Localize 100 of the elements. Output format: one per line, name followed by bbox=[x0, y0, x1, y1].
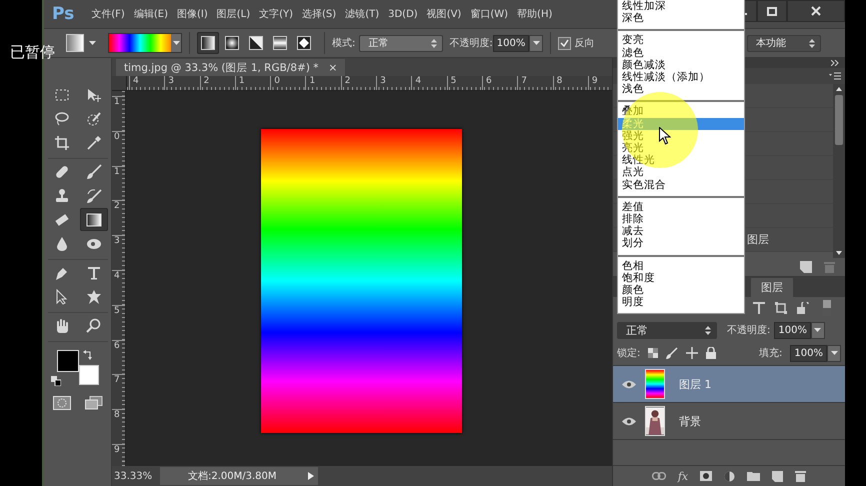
ruler-number: 4 bbox=[133, 76, 139, 86]
layer-row[interactable]: 图层 1 bbox=[613, 366, 845, 403]
menu-item[interactable]: 3D(D) bbox=[383, 8, 422, 20]
gradient-icon bbox=[86, 212, 102, 228]
menu-option[interactable]: 浅色 bbox=[618, 83, 744, 96]
reverse-checkbox[interactable] bbox=[558, 36, 572, 50]
double-chevron-icon[interactable] bbox=[831, 60, 839, 66]
menu-item[interactable]: 滤镜(T) bbox=[340, 7, 384, 21]
eye-icon[interactable] bbox=[622, 380, 636, 388]
ruler-number: 4 bbox=[114, 270, 120, 281]
gradient-type-button[interactable] bbox=[197, 32, 219, 54]
workspace-select[interactable]: 本功能 bbox=[747, 34, 821, 52]
layer-name: 背景 bbox=[679, 414, 701, 428]
ruler-number: 1 bbox=[309, 76, 316, 86]
menu-option[interactable]: 颜色减淡 bbox=[618, 58, 744, 72]
mask-icon[interactable] bbox=[700, 471, 712, 481]
menu-item[interactable]: 选择(S) bbox=[297, 7, 340, 21]
menu-option[interactable]: 明度 bbox=[618, 296, 744, 308]
trash-icon[interactable] bbox=[795, 470, 806, 482]
opacity-field[interactable]: 100% bbox=[492, 34, 530, 52]
menu-item[interactable]: 窗口(W) bbox=[465, 7, 512, 21]
close-button[interactable] bbox=[787, 0, 845, 22]
menu-option[interactable]: 滤色 bbox=[618, 46, 744, 59]
ruler-number: 3 bbox=[168, 76, 174, 86]
default-colors-icon[interactable] bbox=[50, 376, 60, 386]
panel-menu-icon[interactable] bbox=[829, 72, 841, 80]
menu-option[interactable]: 变亮 bbox=[618, 34, 744, 47]
fill-field[interactable]: 100% bbox=[790, 344, 827, 362]
menu-option[interactable]: 线性加深 bbox=[618, 0, 744, 12]
app-logo: Ps bbox=[52, 4, 74, 24]
lock-icon[interactable] bbox=[706, 347, 716, 359]
blend-mode-select[interactable]: 正常 bbox=[617, 322, 717, 338]
scrollbar[interactable] bbox=[833, 84, 845, 258]
menu-option[interactable]: 叠加 bbox=[618, 105, 744, 118]
opacity-dropdown-button[interactable] bbox=[529, 34, 544, 52]
menu-option[interactable]: 点光 bbox=[618, 166, 744, 179]
scroll-thumb[interactable] bbox=[835, 95, 843, 145]
layer-style-button[interactable]: fx bbox=[678, 470, 688, 482]
half-circle-icon[interactable] bbox=[724, 470, 736, 482]
smart-object-icon[interactable] bbox=[797, 302, 809, 314]
ruler-number: 7 bbox=[521, 76, 527, 86]
checkerboard-icon[interactable] bbox=[648, 348, 658, 358]
gradient-preview-icon bbox=[66, 34, 84, 52]
brush-icon[interactable] bbox=[666, 347, 678, 359]
ruler-number: 2 bbox=[114, 201, 120, 212]
menu-option[interactable]: 实色混合 bbox=[618, 178, 744, 191]
link-icon[interactable] bbox=[652, 472, 666, 480]
move-icon bbox=[86, 86, 102, 102]
quick-mask-icon[interactable] bbox=[52, 396, 70, 410]
layers-tab[interactable]: 图层 bbox=[751, 278, 793, 297]
menu-option[interactable]: 色相 bbox=[618, 260, 744, 272]
background-color-swatch[interactable] bbox=[78, 365, 98, 385]
menu-item[interactable]: 帮助(H) bbox=[512, 7, 556, 21]
opacity-field[interactable]: 100% bbox=[774, 322, 811, 338]
diamond-gradient-icon bbox=[297, 36, 311, 50]
opacity-label: 不透明度: bbox=[727, 324, 770, 337]
play-arrow-icon[interactable] bbox=[308, 472, 314, 480]
menu-option[interactable]: 深色 bbox=[618, 12, 744, 24]
screen-mode-icon[interactable] bbox=[84, 396, 102, 410]
menu-option[interactable]: 排除 bbox=[618, 213, 744, 226]
menu-item[interactable]: 编辑(E) bbox=[128, 7, 172, 21]
menu-item[interactable]: 文字(Y) bbox=[254, 7, 298, 21]
document-tab[interactable]: timg.jpg @ 33.3% (图层 1, RGB/8#) * × bbox=[116, 59, 346, 76]
layer-row[interactable]: 背景 bbox=[613, 403, 845, 440]
ruler-number: 8 bbox=[114, 410, 120, 420]
ruler-number: 0 bbox=[114, 132, 120, 142]
checkmark-icon bbox=[560, 38, 570, 48]
shape-filter-icon[interactable] bbox=[775, 302, 787, 314]
opacity-dropdown-button[interactable] bbox=[810, 322, 825, 338]
folder-icon[interactable] bbox=[747, 471, 760, 481]
scroll-up-icon bbox=[836, 87, 842, 91]
menu-item[interactable]: 文件(F) bbox=[86, 7, 129, 21]
ruler-number: 3 bbox=[380, 76, 386, 86]
tool-preset-picker[interactable] bbox=[64, 32, 98, 54]
eye-icon[interactable] bbox=[622, 416, 636, 426]
new-layer-icon[interactable] bbox=[772, 470, 784, 482]
caret-icon bbox=[172, 41, 180, 45]
menu-option[interactable]: 划分 bbox=[618, 237, 744, 250]
tab-close-button[interactable]: × bbox=[328, 62, 338, 74]
type-icon[interactable] bbox=[753, 302, 765, 314]
menu-item[interactable]: 图像(I) bbox=[172, 7, 212, 21]
menu-option[interactable]: 差值 bbox=[618, 200, 744, 214]
menu-item[interactable]: 视图(V) bbox=[422, 7, 466, 21]
gradient-picker[interactable] bbox=[108, 33, 182, 53]
fill-label: 填充: bbox=[759, 346, 782, 360]
document-size: 文档:2.00M/3.80M bbox=[188, 470, 277, 483]
type-icon bbox=[86, 264, 102, 280]
document-info[interactable]: 文档:2.00M/3.80M bbox=[160, 467, 318, 485]
menu-item[interactable]: 图层(L) bbox=[212, 7, 254, 21]
menu-option[interactable]: 颜色 bbox=[618, 284, 744, 296]
menu-option[interactable]: 减去 bbox=[618, 225, 744, 238]
swap-arrow-icon[interactable] bbox=[82, 350, 92, 360]
menu-option[interactable]: 饱和度 bbox=[618, 272, 744, 284]
tool-button[interactable] bbox=[80, 208, 108, 231]
move-cross-icon[interactable] bbox=[686, 347, 698, 359]
mode-select[interactable]: 正常 bbox=[359, 34, 444, 52]
foreground-color-swatch[interactable] bbox=[56, 350, 78, 372]
fill-dropdown-button[interactable] bbox=[827, 344, 841, 362]
maximize-button[interactable] bbox=[757, 0, 787, 22]
new-item-icon[interactable] bbox=[800, 261, 812, 273]
